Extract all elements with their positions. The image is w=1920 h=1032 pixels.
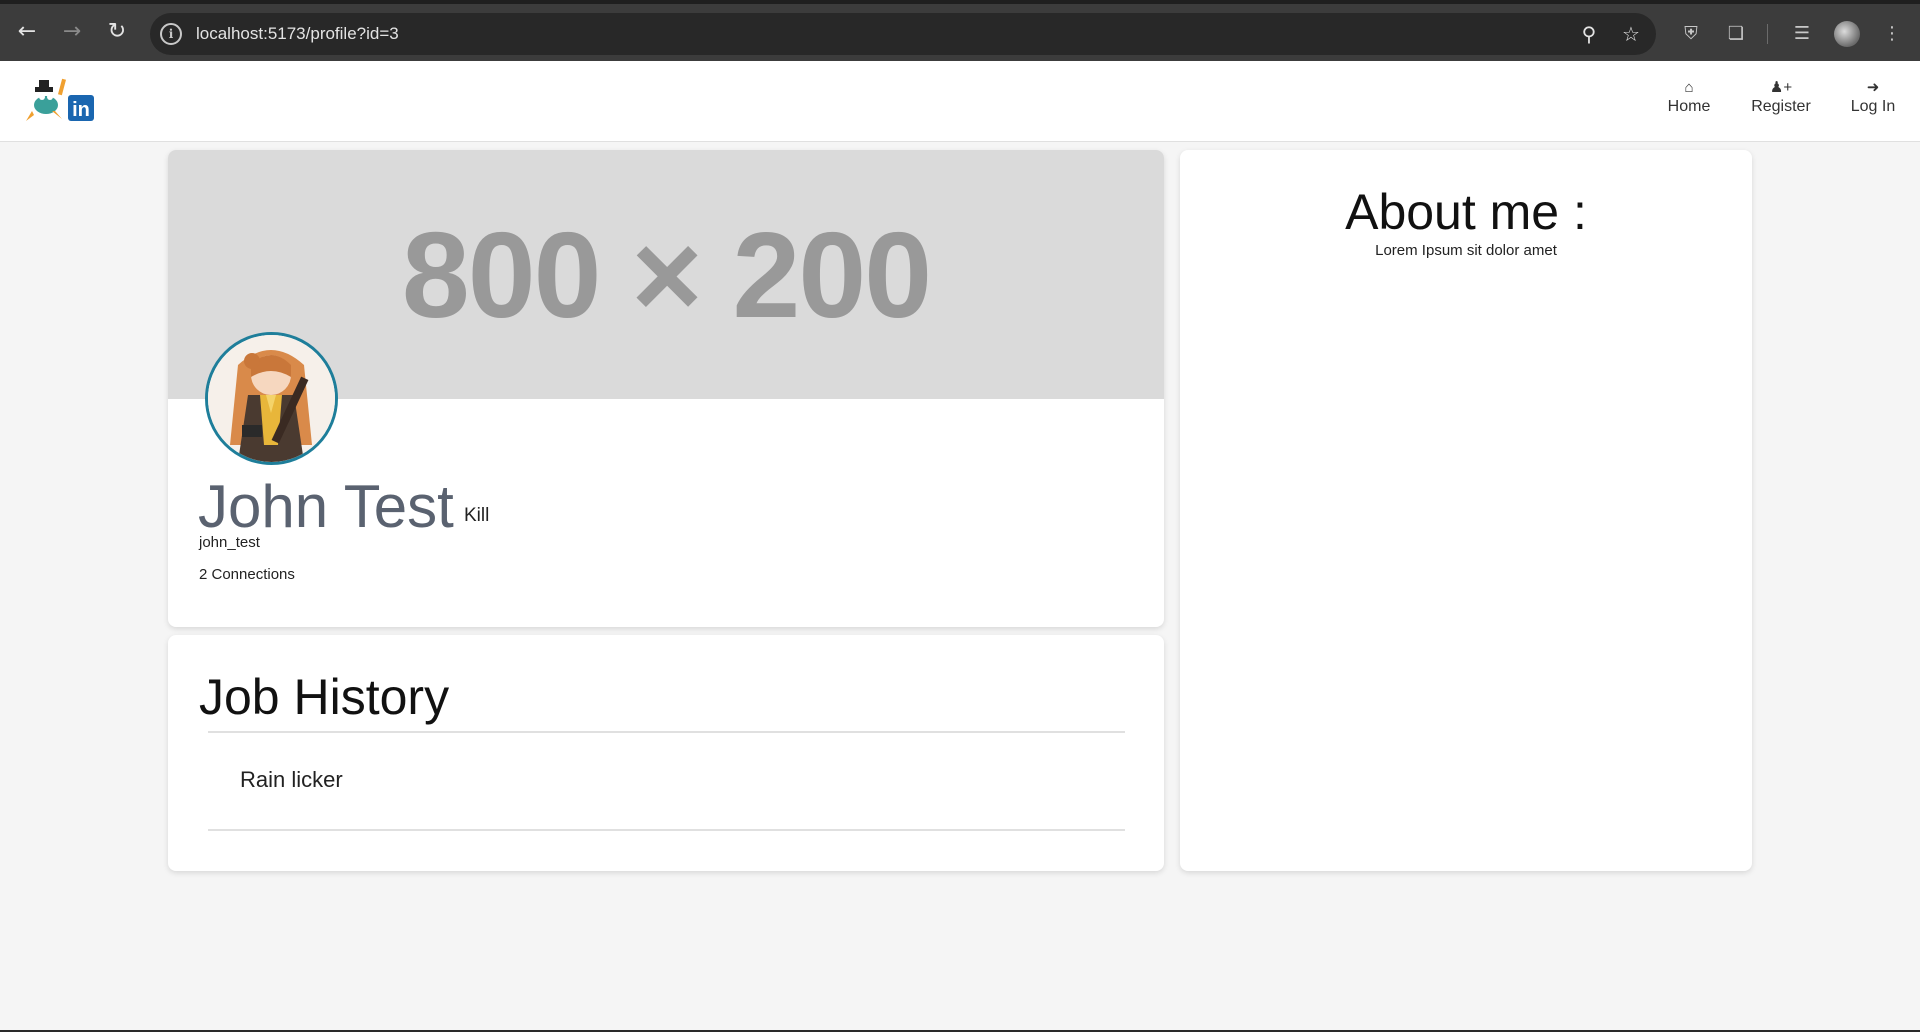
browser-toolbar: ← → ↻ i localhost:5173/profile?id=3 ⚲ ☆ … — [0, 0, 1920, 61]
app-logo[interactable]: in — [22, 75, 98, 127]
avatar-illustration — [208, 335, 335, 462]
shield-extension-icon[interactable]: ⛨ — [1677, 20, 1705, 48]
connections-count[interactable]: 2 Connections — [199, 566, 295, 583]
nav-home[interactable]: ⌂ Home — [1664, 79, 1714, 117]
profile-card: 800 × 200 John Test Kill john_test 2 Con… — [168, 150, 1164, 627]
zoom-icon[interactable]: ⚲ — [1577, 22, 1601, 46]
svg-text:in: in — [72, 99, 90, 121]
address-bar[interactable]: i localhost:5173/profile?id=3 ⚲ ☆ — [150, 13, 1656, 55]
profile-username: john_test — [199, 534, 260, 551]
job-divider-bottom — [208, 829, 1125, 831]
job-history-card: Job History Rain licker — [168, 635, 1164, 871]
nav-login[interactable]: ➜ Log In — [1845, 79, 1901, 117]
sign-in-icon: ➜ — [1866, 79, 1880, 96]
more-vert-icon[interactable]: ⋮ — [1878, 20, 1906, 48]
app-navbar: in ⌂ Home ♟+ Register ➜ Log In — [0, 61, 1920, 142]
star-icon[interactable]: ☆ — [1619, 22, 1643, 46]
nav-login-label: Log In — [1850, 98, 1896, 115]
about-title: About me : — [1345, 184, 1587, 240]
site-info-icon[interactable]: i — [160, 23, 182, 45]
about-card: About me : Lorem Ipsum sit dolor amet — [1180, 150, 1752, 871]
banner-placeholder-text: 800 × 200 — [401, 207, 932, 343]
toolbar-divider — [1767, 24, 1768, 44]
back-arrow-icon[interactable]: ← — [13, 18, 41, 46]
profile-headline: Kill — [464, 505, 490, 526]
nav-register-label: Register — [1751, 98, 1811, 115]
forward-arrow-icon[interactable]: → — [58, 18, 86, 46]
puzzle-icon[interactable]: ❏ — [1722, 20, 1750, 48]
browser-profile-avatar[interactable] — [1834, 21, 1860, 47]
reload-icon[interactable]: ↻ — [103, 18, 131, 46]
about-text: Lorem Ipsum sit dolor amet — [1375, 242, 1557, 259]
job-divider-top — [208, 731, 1125, 733]
nav-home-label: Home — [1667, 98, 1711, 115]
job-history-title: Job History — [199, 669, 450, 725]
profile-name: John Test — [198, 473, 454, 540]
address-url[interactable]: localhost:5173/profile?id=3 — [196, 23, 399, 45]
avatar — [205, 332, 338, 465]
job-history-item: Rain licker — [240, 767, 343, 792]
nav-register[interactable]: ♟+ Register — [1748, 79, 1814, 117]
media-queue-icon[interactable]: ☰ — [1788, 20, 1816, 48]
user-plus-icon: ♟+ — [1769, 79, 1793, 96]
home-icon: ⌂ — [1684, 79, 1694, 96]
